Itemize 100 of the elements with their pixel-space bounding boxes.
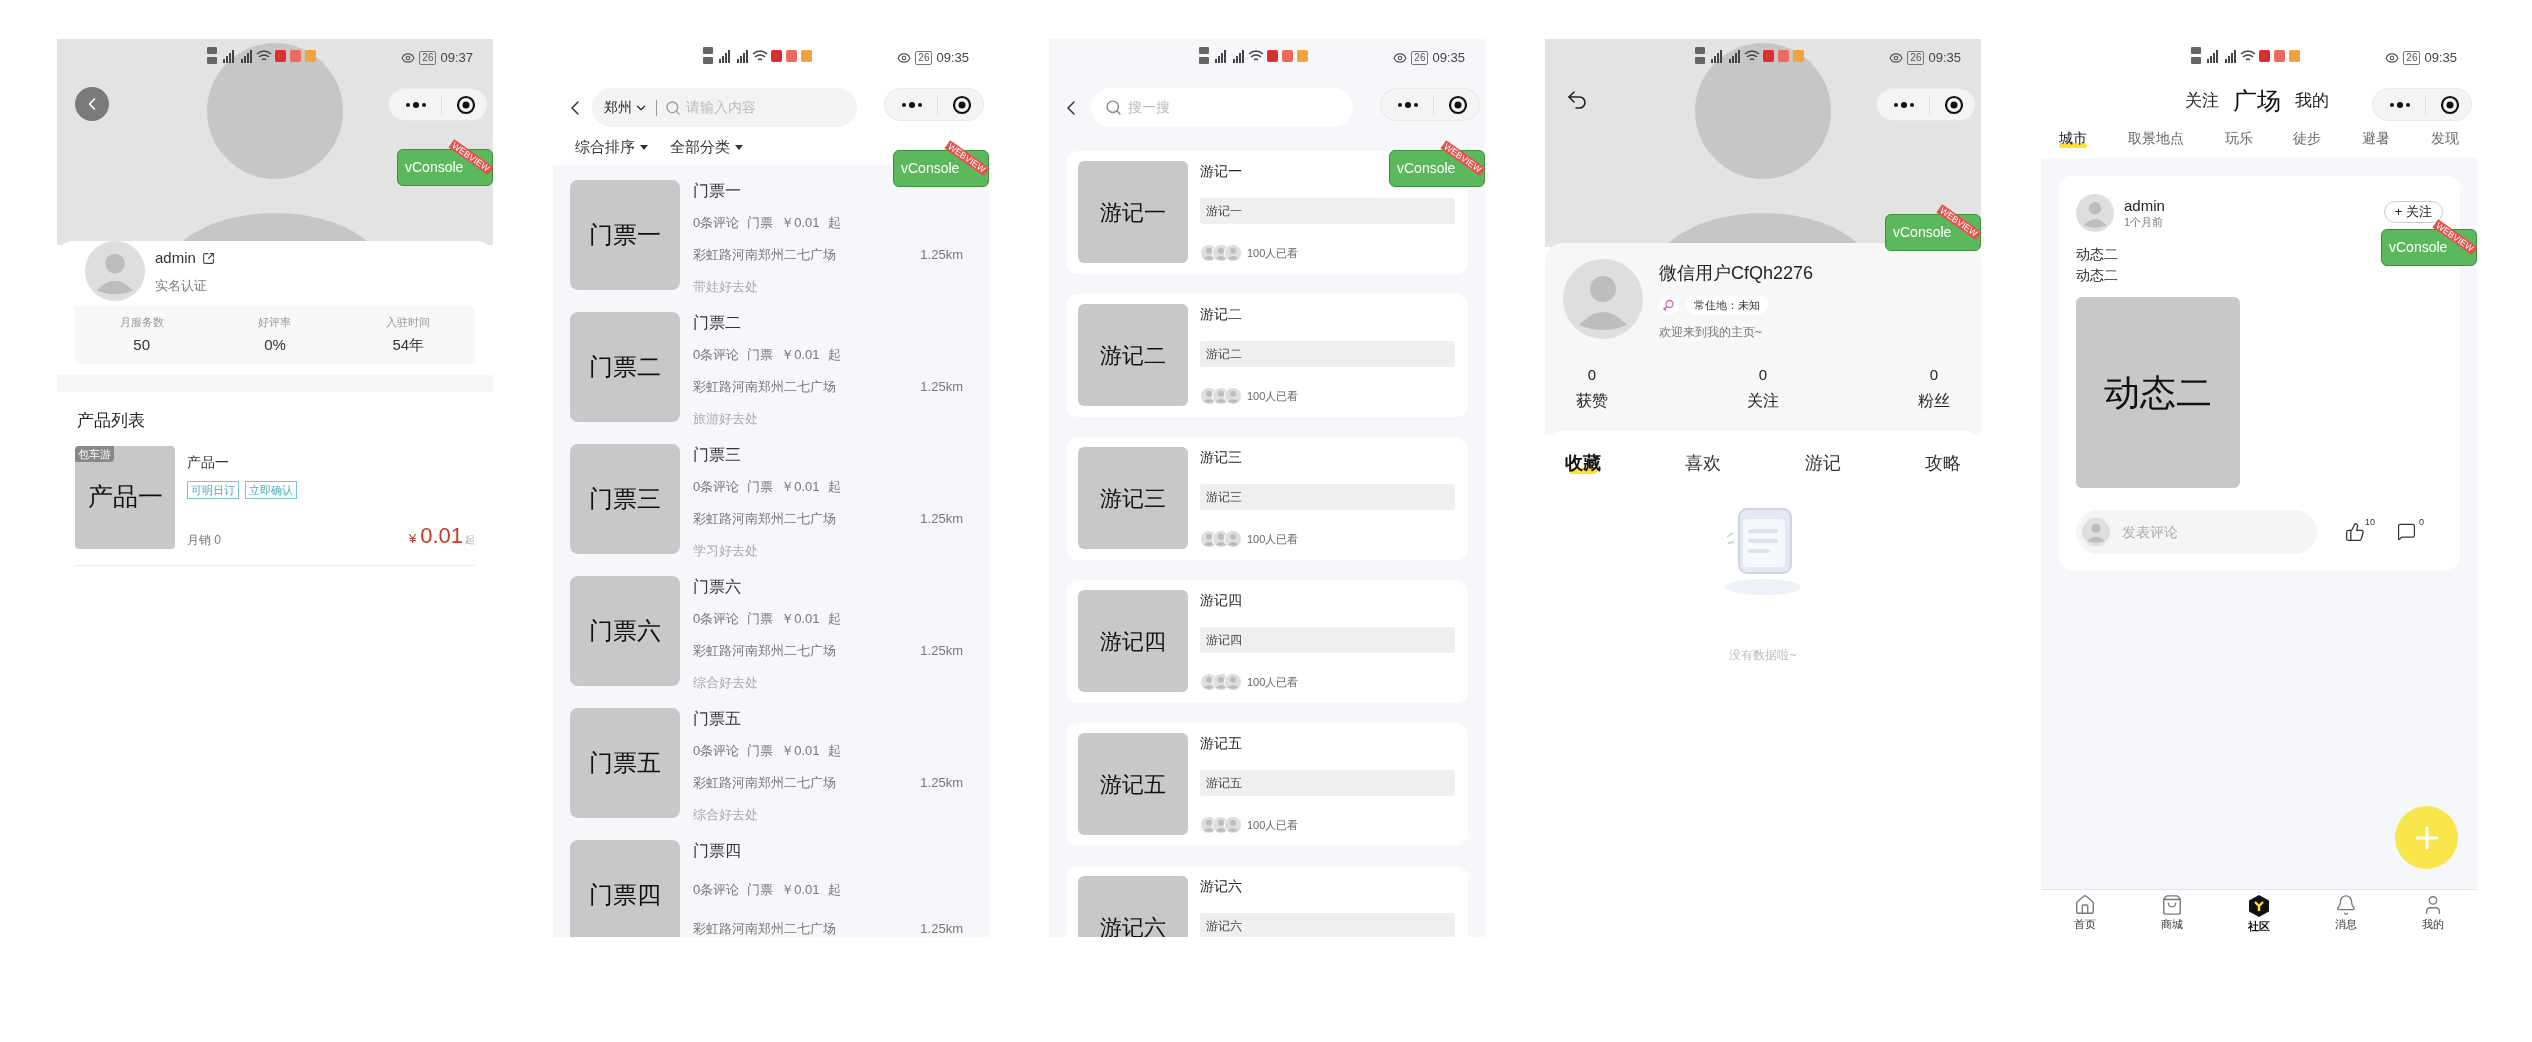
note-excerpt: 游记五 [1200, 770, 1455, 796]
stat-value: 50 [133, 335, 150, 355]
target-icon[interactable] [1944, 94, 1964, 115]
ticket-image[interactable]: 门票六 [570, 575, 680, 686]
search-field[interactable]: 搜一搜 [1091, 88, 1353, 127]
ticket-name: 门票三 [693, 444, 742, 465]
category-tab[interactable]: 城市 [2059, 127, 2087, 149]
note-title: 游记三 [1200, 448, 1242, 467]
note-card[interactable]: 游记五 游记五 游记五 100人已看 [1066, 723, 1468, 846]
back-icon[interactable] [1565, 88, 1589, 112]
view-count: 100人已看 [1247, 531, 1299, 547]
female-icon [1659, 295, 1678, 315]
filter-dropdown[interactable]: 综合排序 [575, 136, 648, 159]
category-tab[interactable]: 发现 [2431, 127, 2459, 149]
header-tab[interactable]: 广场 [2233, 83, 2281, 119]
share-icon[interactable] [201, 251, 215, 265]
ticket-image[interactable]: 门票二 [570, 311, 680, 422]
ticket-type: 门票 [747, 213, 774, 232]
like-icon[interactable] [2344, 522, 2365, 542]
capsule-menu[interactable] [1876, 88, 1976, 121]
note-title: 游记五 [1200, 734, 1242, 753]
ticket-image[interactable]: 门票四 [570, 839, 680, 937]
ticket-type: 门票 [747, 609, 774, 628]
more-icon[interactable] [405, 101, 427, 108]
avatar-icon [1563, 259, 1643, 339]
search-input[interactable]: 搜一搜 [1128, 97, 1328, 118]
capsule-menu[interactable] [388, 88, 488, 121]
price-suffix: 起 [827, 741, 841, 760]
filter-dropdown[interactable]: 全部分类 [670, 136, 743, 159]
target-icon[interactable] [2440, 94, 2460, 115]
ticket-tagline: 综合好去处 [693, 673, 759, 692]
note-image: 游记五 [1078, 733, 1188, 835]
note-card[interactable]: 游记四 游记四 游记四 100人已看 [1066, 580, 1468, 703]
section-title: 产品列表 [76, 410, 146, 432]
ticket-name: 门票一 [693, 180, 742, 201]
battery-level: 26 [1411, 50, 1429, 65]
nav-item[interactable]: 消息 [2302, 890, 2390, 937]
note-card[interactable]: 游记六 游记六 游记六 [1066, 866, 1468, 937]
eye-icon [1393, 50, 1408, 65]
note-image: 游记四 [1078, 590, 1188, 692]
more-icon[interactable] [1397, 101, 1419, 108]
note-image: 游记六 [1078, 876, 1188, 937]
profile-tab[interactable]: 收藏 [1565, 451, 1601, 475]
ticket-image[interactable]: 门票一 [570, 179, 680, 290]
profile-tab[interactable]: 攻略 [1925, 451, 1961, 475]
ticket-address: 彩虹路河南郑州二七广场 [693, 377, 836, 396]
ticket-image[interactable]: 门票三 [570, 443, 680, 554]
product-image[interactable]: 包车游 产品一 [75, 445, 175, 549]
product-badge: 立即确认 [245, 480, 297, 499]
nav-item[interactable]: 商城 [2128, 890, 2216, 937]
note-card[interactable]: 游记二 游记二 游记二 100人已看 [1066, 294, 1468, 417]
price-suffix: 起 [827, 880, 841, 899]
category-tab[interactable]: 取景地点 [2127, 127, 2184, 149]
target-icon[interactable] [1448, 94, 1468, 115]
ticket-price: ￥0.01 [781, 880, 820, 899]
product-tag: 包车游 [75, 445, 114, 462]
ticket-price: ￥0.01 [781, 609, 820, 628]
ticket-image[interactable]: 门票五 [570, 707, 680, 818]
more-icon[interactable] [2389, 101, 2411, 108]
more-icon[interactable] [1893, 101, 1915, 108]
category-tab[interactable]: 避暑 [2362, 127, 2391, 149]
review-count: 0条评论 [693, 477, 740, 496]
nav-item[interactable]: 首页 [2041, 890, 2129, 937]
ticket-tagline: 综合好去处 [693, 805, 759, 824]
more-icon[interactable] [901, 101, 923, 108]
monthly-sales: 月销 0 [187, 531, 221, 549]
city-select[interactable]: 郑州 [604, 97, 648, 118]
stat-value: 0 [1587, 365, 1597, 385]
price-suffix: 起 [827, 345, 841, 364]
location-tag: 常住地：未知 [1686, 296, 1768, 314]
capsule-menu[interactable] [884, 88, 984, 121]
price-suffix: 起 [827, 213, 841, 232]
comment-icon[interactable] [2397, 522, 2416, 541]
profile-tab[interactable]: 喜欢 [1685, 451, 1721, 475]
price-suffix: 起 [827, 609, 841, 628]
battery-level: 26 [2403, 50, 2421, 65]
category-tab[interactable]: 徒步 [2293, 127, 2322, 149]
caret-icon [735, 144, 743, 150]
product-badge: 可明日订 [187, 480, 239, 499]
nav-item[interactable]: 社区 [2215, 890, 2303, 937]
target-icon[interactable] [952, 94, 972, 115]
back-button[interactable] [75, 87, 109, 121]
ticket-name: 门票二 [693, 312, 742, 333]
note-card[interactable]: 游记三 游记三 游记三 100人已看 [1066, 437, 1468, 560]
caret-icon [640, 144, 648, 150]
avatar-icon [2082, 518, 2110, 546]
category-tab[interactable]: 玩乐 [2224, 127, 2253, 149]
target-icon[interactable] [456, 94, 476, 115]
header-tab[interactable]: 关注 [2185, 88, 2219, 114]
stat-label: 获赞 [1576, 391, 1608, 411]
profile-tab[interactable]: 游记 [1805, 451, 1841, 475]
stat-label: 粉丝 [1918, 391, 1950, 411]
header-tab[interactable]: 我的 [2295, 88, 2329, 114]
nav-item[interactable]: 我的 [2389, 890, 2477, 937]
eye-icon [2385, 50, 2400, 65]
review-count: 0条评论 [693, 213, 740, 232]
capsule-menu[interactable] [1380, 88, 1480, 121]
post-image[interactable]: 动态二 [2076, 297, 2240, 488]
price-suffix: 起 [465, 533, 475, 547]
capsule-menu[interactable] [2372, 88, 2472, 121]
